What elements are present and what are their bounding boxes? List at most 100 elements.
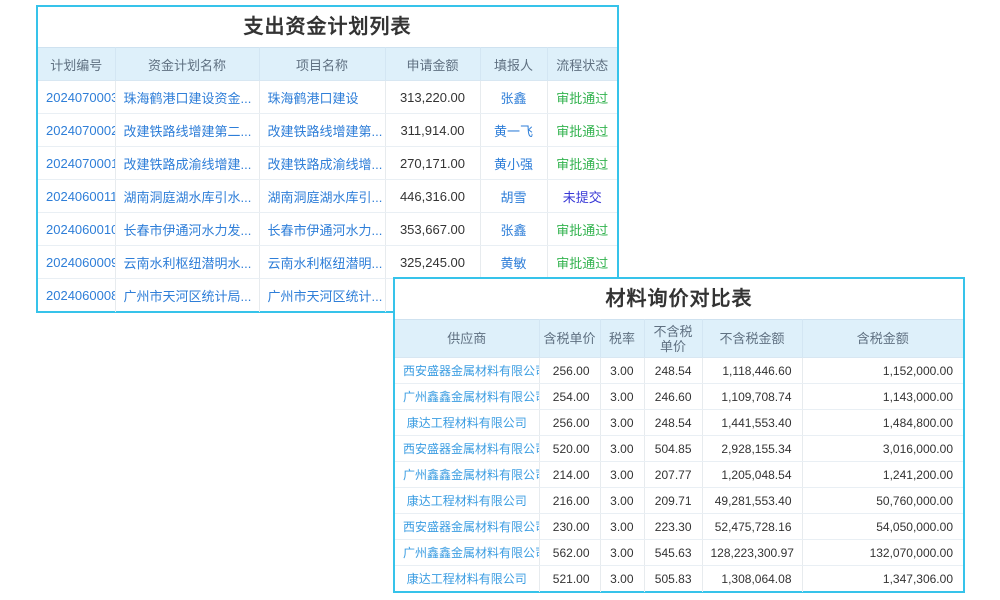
col-project-name: 项目名称 [259,48,385,81]
plan-number-cell[interactable]: 2024060009 [38,246,115,279]
supplier-cell[interactable]: 康达工程材料有限公司 [395,410,539,436]
amount-cell: 446,316.00 [385,180,480,213]
material-inquiry-table: 供应商 含税单价 税率 不含税单价 不含税金额 含税金额 西安盛器金属材料有限公… [395,319,963,592]
reporter-cell[interactable]: 黄小强 [480,147,547,180]
tax-incl-amount-cell: 1,484,800.00 [802,410,963,436]
tax-incl-price-cell: 254.00 [539,384,600,410]
col-supplier: 供应商 [395,320,539,358]
reporter-cell[interactable]: 张鑫 [480,213,547,246]
tax-incl-price-cell: 216.00 [539,488,600,514]
supplier-cell[interactable]: 康达工程材料有限公司 [395,488,539,514]
expense-plan-table-card: 支出资金计划列表 计划编号 资金计划名称 项目名称 申请金额 填报人 流程状态 … [36,5,619,313]
plan-number-cell[interactable]: 2024070003 [38,81,115,114]
table-row: 西安盛器金属材料有限公司520.003.00504.852,928,155.34… [395,436,963,462]
table-row: 2024060011湖南洞庭湖水库引水...湖南洞庭湖水库引...446,316… [38,180,617,213]
tax-rate-cell: 3.00 [600,410,644,436]
tax-rate-cell: 3.00 [600,566,644,592]
table-row: 2024070001改建铁路成渝线增建...改建铁路成渝线增...270,171… [38,147,617,180]
plan-number-cell[interactable]: 2024070001 [38,147,115,180]
supplier-cell[interactable]: 广州鑫鑫金属材料有限公司 [395,384,539,410]
tax-incl-amount-cell: 54,050,000.00 [802,514,963,540]
reporter-cell[interactable]: 张鑫 [480,81,547,114]
col-tax-incl-amount: 含税金额 [802,320,963,358]
col-tax-incl-price: 含税单价 [539,320,600,358]
tax-excl-price-cell: 545.63 [644,540,702,566]
tax-rate-cell: 3.00 [600,514,644,540]
supplier-cell[interactable]: 广州鑫鑫金属材料有限公司 [395,540,539,566]
project-name-cell[interactable]: 长春市伊通河水力... [259,213,385,246]
fund-plan-name-cell[interactable]: 湖南洞庭湖水库引水... [115,180,259,213]
table-row: 2024070003珠海鹤港口建设资金...珠海鹤港口建设313,220.00张… [38,81,617,114]
project-name-cell[interactable]: 云南水利枢纽潜明... [259,246,385,279]
tax-incl-amount-cell: 1,152,000.00 [802,358,963,384]
supplier-cell[interactable]: 西安盛器金属材料有限公司 [395,514,539,540]
tax-excl-amount-cell: 1,308,064.08 [702,566,802,592]
tax-incl-amount-cell: 50,760,000.00 [802,488,963,514]
status-cell: 审批通过 [547,246,617,279]
material-inquiry-table-title: 材料询价对比表 [395,279,963,319]
tax-incl-amount-cell: 3,016,000.00 [802,436,963,462]
table-row: 2024060010长春市伊通河水力发...长春市伊通河水力...353,667… [38,213,617,246]
table-row: 西安盛器金属材料有限公司256.003.00248.541,118,446.60… [395,358,963,384]
fund-plan-name-cell[interactable]: 长春市伊通河水力发... [115,213,259,246]
fund-plan-name-cell[interactable]: 改建铁路线增建第二... [115,114,259,147]
project-name-cell[interactable]: 湖南洞庭湖水库引... [259,180,385,213]
supplier-cell[interactable]: 西安盛器金属材料有限公司 [395,436,539,462]
supplier-cell[interactable]: 西安盛器金属材料有限公司 [395,358,539,384]
reporter-cell[interactable]: 胡雪 [480,180,547,213]
tax-excl-amount-cell: 128,223,300.97 [702,540,802,566]
tax-excl-amount-cell: 1,109,708.74 [702,384,802,410]
amount-cell: 353,667.00 [385,213,480,246]
col-process-status: 流程状态 [547,48,617,81]
tax-excl-price-cell: 505.83 [644,566,702,592]
tax-rate-cell: 3.00 [600,358,644,384]
tax-excl-price-cell: 504.85 [644,436,702,462]
amount-cell: 311,914.00 [385,114,480,147]
tax-incl-price-cell: 520.00 [539,436,600,462]
table-row: 康达工程材料有限公司216.003.00209.7149,281,553.405… [395,488,963,514]
table-row: 广州鑫鑫金属材料有限公司254.003.00246.601,109,708.74… [395,384,963,410]
material-inquiry-table-card: 材料询价对比表 供应商 含税单价 税率 不含税单价 不含税金额 含税金额 西安盛… [393,277,965,593]
status-cell: 审批通过 [547,147,617,180]
status-cell: 审批通过 [547,81,617,114]
plan-number-cell[interactable]: 2024070002 [38,114,115,147]
project-name-cell[interactable]: 改建铁路成渝线增... [259,147,385,180]
tax-excl-price-cell: 248.54 [644,358,702,384]
table-row: 2024070002改建铁路线增建第二...改建铁路线增建第...311,914… [38,114,617,147]
reporter-cell[interactable]: 黄敏 [480,246,547,279]
supplier-cell[interactable]: 康达工程材料有限公司 [395,566,539,592]
tax-incl-amount-cell: 132,070,000.00 [802,540,963,566]
col-plan-number: 计划编号 [38,48,115,81]
amount-cell: 270,171.00 [385,147,480,180]
col-tax-excl-amount: 不含税金额 [702,320,802,358]
fund-plan-name-cell[interactable]: 珠海鹤港口建设资金... [115,81,259,114]
fund-plan-name-cell[interactable]: 云南水利枢纽潜明水... [115,246,259,279]
tax-excl-amount-cell: 2,928,155.34 [702,436,802,462]
amount-cell: 325,245.00 [385,246,480,279]
table-row: 广州鑫鑫金属材料有限公司214.003.00207.771,205,048.54… [395,462,963,488]
tax-excl-amount-cell: 1,441,553.40 [702,410,802,436]
col-reporter: 填报人 [480,48,547,81]
status-cell: 审批通过 [547,213,617,246]
plan-number-cell[interactable]: 2024060008 [38,279,115,312]
table-row: 康达工程材料有限公司521.003.00505.831,308,064.081,… [395,566,963,592]
fund-plan-name-cell[interactable]: 广州市天河区统计局... [115,279,259,312]
table-row: 广州鑫鑫金属材料有限公司562.003.00545.63128,223,300.… [395,540,963,566]
project-name-cell[interactable]: 改建铁路线增建第... [259,114,385,147]
supplier-cell[interactable]: 广州鑫鑫金属材料有限公司 [395,462,539,488]
tax-incl-amount-cell: 1,241,200.00 [802,462,963,488]
fund-plan-name-cell[interactable]: 改建铁路成渝线增建... [115,147,259,180]
project-name-cell[interactable]: 广州市天河区统计... [259,279,385,312]
tax-incl-amount-cell: 1,143,000.00 [802,384,963,410]
reporter-cell[interactable]: 黄一飞 [480,114,547,147]
plan-number-cell[interactable]: 2024060010 [38,213,115,246]
tax-excl-price-cell: 223.30 [644,514,702,540]
tax-rate-cell: 3.00 [600,488,644,514]
tax-excl-amount-cell: 1,118,446.60 [702,358,802,384]
expense-plan-header-row: 计划编号 资金计划名称 项目名称 申请金额 填报人 流程状态 [38,48,617,81]
material-inquiry-table-body: 西安盛器金属材料有限公司256.003.00248.541,118,446.60… [395,358,963,592]
plan-number-cell[interactable]: 2024060011 [38,180,115,213]
tax-excl-amount-cell: 52,475,728.16 [702,514,802,540]
tax-incl-price-cell: 521.00 [539,566,600,592]
project-name-cell[interactable]: 珠海鹤港口建设 [259,81,385,114]
